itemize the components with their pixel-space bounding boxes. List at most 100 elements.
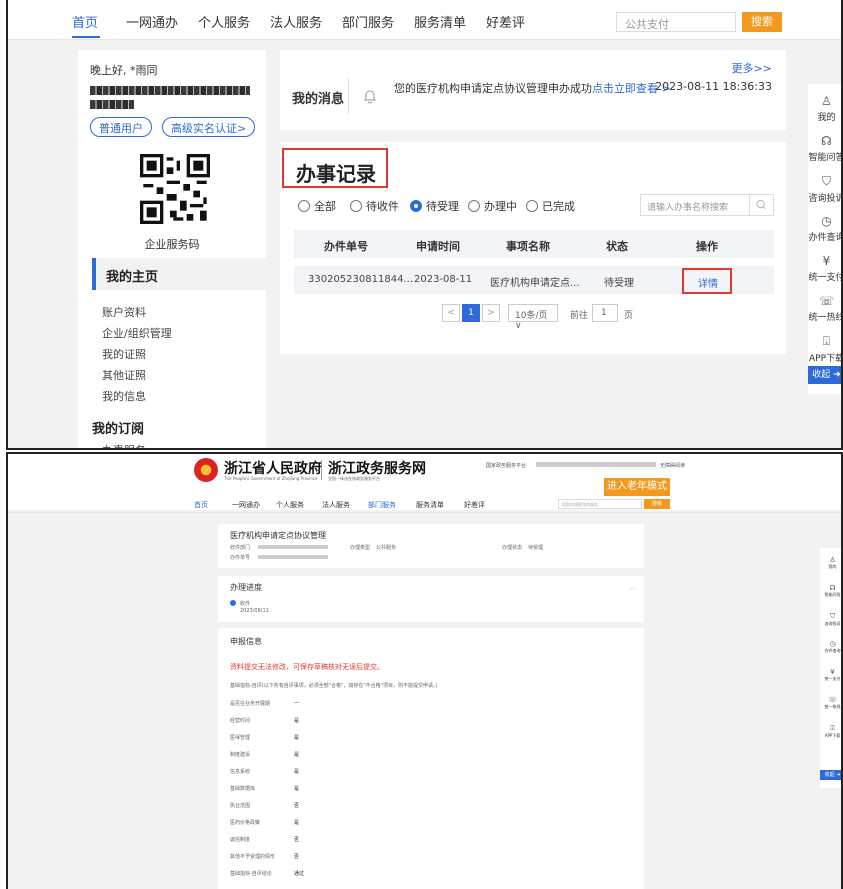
nav-department[interactable]: 部门服务 [368, 500, 396, 510]
enterprise-qr-code[interactable] [140, 154, 210, 224]
menu-org-management[interactable]: 企业/组织管理 [102, 325, 172, 341]
rail-app-download[interactable]: ⍗ APP下载 [808, 334, 841, 364]
menu-account[interactable]: 账户资料 [102, 304, 146, 320]
records-card: 办事记录 全部 待收件 待受理 办理中 已完成 请输入办事名称搜索 办件单号 申… [280, 142, 786, 354]
rail-smart-qa[interactable]: ☊ 智能问答 [820, 584, 841, 598]
nav-search-input[interactable]: 搜索你想要找的服务 [558, 499, 642, 509]
chevron-up-icon[interactable]: ︿ [629, 582, 636, 592]
nav-service-list[interactable]: 服务清单 [416, 500, 444, 510]
detail-button[interactable]: 详情 [682, 268, 732, 294]
nav-personal[interactable]: 个人服务 [276, 500, 304, 510]
rail-label: 咨询投诉 [824, 621, 841, 626]
nav-service-list[interactable]: 服务清单 [414, 12, 466, 31]
history-icon: ◷ [829, 640, 836, 648]
my-homepage-menu[interactable]: 我的主页 [92, 258, 266, 290]
pager-page-1[interactable]: 1 [462, 304, 480, 322]
rail-my[interactable]: ♙ 我的 [820, 556, 841, 570]
search-icon[interactable] [750, 194, 774, 216]
rail-consult-complaint[interactable]: ⛉ 咨询投诉 [808, 174, 841, 204]
real-name-auth-badge[interactable]: 高级实名认证> [162, 117, 256, 137]
filter-completed[interactable]: 已完成 [526, 198, 575, 214]
rail-label: 统一支付 [824, 676, 841, 681]
record-date: 2023-08-11 [414, 274, 473, 285]
question-answer: 否 [294, 837, 300, 843]
nav-one-stop[interactable]: 一网通办 [126, 12, 178, 31]
radio-icon [350, 200, 362, 212]
menu-my-licenses[interactable]: 我的证照 [102, 346, 146, 362]
nav-department[interactable]: 部门服务 [342, 12, 394, 31]
rail-label: 我的 [828, 564, 837, 569]
pager-next[interactable]: > [482, 304, 500, 322]
question-label: 医药价格政策 [230, 820, 261, 826]
message-time: 2023-08-11 18:36:33 [655, 80, 772, 93]
rail-label: 办件查询 [808, 233, 843, 243]
rail-case-query[interactable]: ◷ 办件查询 [820, 640, 841, 654]
submission-info-panel: 申报信息 资料提交无法修改，可保存草稿核对无误后提交。 基础指标-自评(以下所有… [218, 628, 644, 889]
menu-other-licenses[interactable]: 其他证照 [102, 367, 146, 383]
rail-case-query[interactable]: ◷ 办件查询 [808, 214, 843, 243]
nav-personal[interactable]: 个人服务 [198, 12, 250, 31]
rail-collapse-label: 收起 [812, 370, 831, 380]
rail-hotline[interactable]: ☏ 统一热线 [820, 696, 841, 710]
elder-mode-button[interactable]: 进入老年模式 [604, 478, 670, 496]
filter-label: 待受理 [426, 200, 459, 213]
filter-in-progress[interactable]: 办理中 [468, 198, 517, 214]
nav-search-button[interactable]: 搜索 [644, 499, 670, 509]
gov-name: 浙江省人民政府 [224, 461, 322, 477]
rail-app-download[interactable]: ⍗ APP下载 [820, 724, 841, 739]
national-platform-link[interactable]: 国家政务服务平台 [486, 462, 526, 469]
profile-card: 晚上好, *雨同 普通用户 高级实名认证> 企业服务码 我的主页 账户资料 企业… [78, 50, 266, 448]
rail-consult-complaint[interactable]: ⛉ 咨询投诉 [820, 612, 841, 627]
rail-label: 统一热线 [824, 704, 841, 709]
question-answer: 是 [294, 735, 300, 741]
filter-pending-receipt[interactable]: 待收件 [350, 198, 399, 214]
page-size-select[interactable]: 10条/页 ∨ [508, 304, 558, 331]
nav-rating[interactable]: 好差评 [464, 500, 485, 510]
type-value: 公共服务 [376, 545, 397, 551]
rail-label: APP下载 [824, 733, 841, 738]
filter-pending-acceptance[interactable]: 待受理 [410, 198, 459, 214]
messages-card: 更多>> 我的消息 您的医疗机构申请定点协议管理申办成功点击立即查看 > 202… [280, 50, 786, 130]
column-header: 状态 [606, 240, 628, 253]
goto-page-input[interactable]: 1 [592, 304, 618, 322]
rail-unified-payment[interactable]: ¥ 统一支付 [820, 668, 841, 682]
records-table-header: 办件单号 申请时间 事项名称 状态 操作 [294, 230, 774, 258]
rail-hotline[interactable]: ☏ 统一热线 [808, 294, 841, 323]
rail-collapse-button[interactable]: 收起 ➜ [808, 366, 841, 384]
page-unit-label: 页 [624, 311, 634, 321]
status-label: 办理状态 [502, 545, 523, 551]
rail-unified-payment[interactable]: ¥ 统一支付 [808, 254, 841, 283]
nav-rating[interactable]: 好差评 [486, 12, 525, 31]
filter-all[interactable]: 全部 [298, 198, 336, 214]
phone-icon: ☏ [818, 294, 834, 308]
nav-home[interactable]: 首页 [194, 500, 208, 510]
platform-name: 浙江政务服务网 [328, 461, 426, 477]
message-body: 您的医疗机构申请定点协议管理申办成功 [394, 82, 592, 95]
rail-label: 办件查询 [824, 648, 841, 653]
warning-text: 资料提交无法修改，可保存草稿核对无误后提交。 [230, 663, 384, 671]
records-search-input[interactable]: 请输入办事名称搜索 [640, 194, 750, 216]
subscription-item[interactable]: 办事服务 [102, 442, 146, 448]
nav-corporate[interactable]: 法人服务 [322, 500, 350, 510]
pager-prev[interactable]: < [442, 304, 460, 322]
nav-corporate[interactable]: 法人服务 [270, 12, 322, 31]
nav-one-stop[interactable]: 一网通办 [232, 500, 260, 510]
progress-panel: 办理进度 ︿ 收件 2023/08/11 [218, 576, 644, 622]
accessibility-link[interactable]: 无障碍阅读 [660, 462, 685, 469]
nav-search-button[interactable]: 搜索 [742, 12, 782, 32]
redacted-dept [258, 545, 328, 549]
rail-collapse-button[interactable]: 收起 ➜ [820, 770, 841, 780]
message-text: 您的医疗机构申请定点协议管理申办成功点击立即查看 > [394, 80, 671, 96]
radio-icon [526, 200, 538, 212]
nav-home[interactable]: 首页 [72, 12, 98, 31]
nav-search-input[interactable]: 公共支付 [616, 12, 736, 32]
progress-step-date: 2023/08/11 [240, 608, 269, 614]
records-title-highlight: 办事记录 [282, 148, 388, 188]
messages-more-link[interactable]: 更多>> [732, 60, 772, 76]
yen-icon: ¥ [830, 668, 835, 676]
rail-smart-qa[interactable]: ☊ 智能问答 [808, 134, 841, 163]
detail-label: 详情 [698, 279, 718, 290]
rail-my[interactable]: ♙ 我的 [808, 94, 841, 123]
redacted-user-info [536, 462, 656, 467]
menu-my-info[interactable]: 我的信息 [102, 388, 146, 404]
